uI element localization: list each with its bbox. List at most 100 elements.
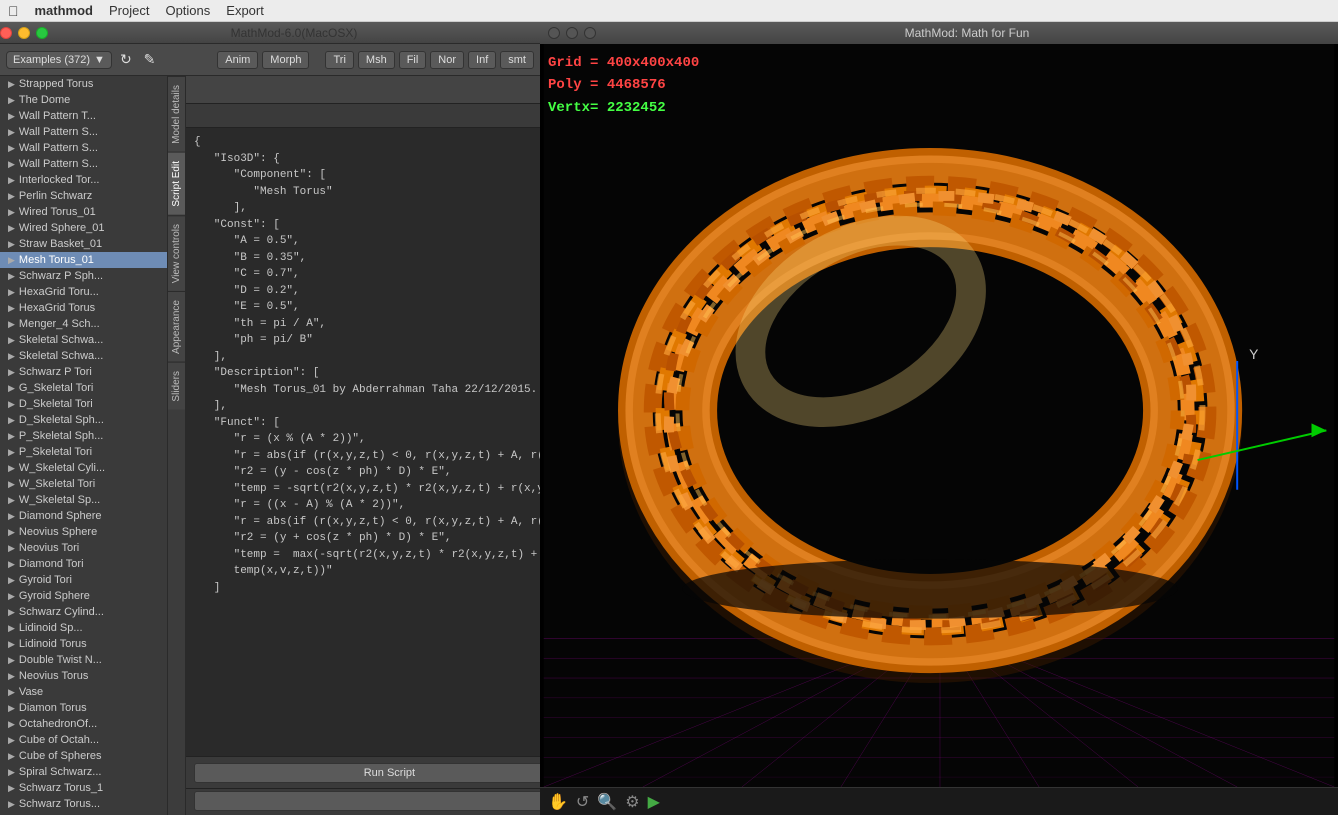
list-item-arrow: ▶ — [8, 223, 15, 234]
list-item[interactable]: ▶Diamond Sphere — [0, 508, 167, 524]
list-item[interactable]: ▶HexaGrid Toru... — [0, 284, 167, 300]
list-item[interactable]: ▶P_Skeletal Tori — [0, 444, 167, 460]
list-item-label: Interlocked Tor... — [19, 174, 100, 186]
list-item-label: Gyroid Sphere — [19, 590, 90, 602]
list-item-arrow: ▶ — [8, 623, 15, 634]
list-item[interactable]: ▶D_Skeletal Sph... — [0, 412, 167, 428]
viewer-minimize[interactable] — [566, 27, 578, 39]
list-item[interactable]: ▶Cube of Spheres — [0, 748, 167, 764]
list-item[interactable]: ▶Wired Torus_01 — [0, 204, 167, 220]
tab-script-edit[interactable]: Script Edit — [168, 152, 185, 215]
list-item[interactable]: ▶W_Skeletal Cyli... — [0, 460, 167, 476]
tri-button[interactable]: Tri — [325, 51, 353, 69]
list-item[interactable]: ▶Schwarz P Sph... — [0, 268, 167, 284]
list-item[interactable]: ▶Skeletal Schwa... — [0, 348, 167, 364]
list-item[interactable]: ▶Schwarz Cylind... — [0, 604, 167, 620]
list-item[interactable]: ▶G_Skeletal Tori — [0, 380, 167, 396]
list-item[interactable]: ▶Perlin Schwarz — [0, 188, 167, 204]
list-item[interactable]: ▶Skeletal Schwa... — [0, 332, 167, 348]
menu-export[interactable]: Export — [226, 3, 264, 18]
menu-project[interactable]: Project — [109, 3, 149, 18]
menu-options[interactable]: Options — [165, 3, 210, 18]
list-item[interactable]: ▶Wired Sphere_01 — [0, 220, 167, 236]
list-item[interactable]: ▶Menger_4 Sch... — [0, 316, 167, 332]
tab-model-details[interactable]: Model details — [168, 76, 185, 152]
list-item[interactable]: ▶W_Skeletal Sp... — [0, 492, 167, 508]
viewer-maximize[interactable] — [584, 27, 596, 39]
list-item[interactable]: ▶Diamon Torus — [0, 700, 167, 716]
list-item-arrow: ▶ — [8, 79, 15, 90]
vert-value: 2232452 — [607, 100, 666, 116]
fil-button[interactable]: Fil — [399, 51, 427, 69]
list-item-arrow: ▶ — [8, 143, 15, 154]
list-item-arrow: ▶ — [8, 271, 15, 282]
list-item[interactable]: ▶Neovius Sphere — [0, 524, 167, 540]
list-item[interactable]: ▶Cube of Octah... — [0, 732, 167, 748]
list-item[interactable]: ▶W_Skeletal Tori — [0, 476, 167, 492]
msh-button[interactable]: Msh — [358, 51, 395, 69]
rotate-icon[interactable]: ↺ — [576, 792, 589, 812]
list-item[interactable]: ▶Neovius Tori — [0, 540, 167, 556]
list-item[interactable]: ▶Lidinoid Torus — [0, 636, 167, 652]
list-item[interactable]: ▶Gyroid Sphere — [0, 588, 167, 604]
zoom-icon[interactable]: 🔍 — [597, 792, 617, 812]
examples-dropdown[interactable]: Examples (372) ▼ — [6, 51, 112, 69]
list-item[interactable]: ▶Lidinoid Sp... — [0, 620, 167, 636]
settings-icon[interactable]: ⚙ — [625, 792, 639, 812]
app-name: mathmod — [35, 3, 94, 18]
list-item-arrow: ▶ — [8, 479, 15, 490]
list-item[interactable]: ▶HexaGrid Torus — [0, 300, 167, 316]
list-item[interactable]: ▶Diamond Tori — [0, 556, 167, 572]
list-item[interactable]: ▶The Dome — [0, 92, 167, 108]
list-item[interactable]: ▶Wall Pattern T... — [0, 108, 167, 124]
list-item[interactable]: ▶Interlocked Tor... — [0, 172, 167, 188]
morph-button[interactable]: Morph — [262, 51, 309, 69]
list-item[interactable]: ▶Schwarz Torus... — [0, 796, 167, 812]
play-icon[interactable]: ▶ — [648, 792, 660, 812]
list-item[interactable]: ▶Spiral Schwarz... — [0, 764, 167, 780]
tab-appearance[interactable]: Appearance — [168, 291, 185, 362]
list-item[interactable]: ▶Gyroid Tori — [0, 572, 167, 588]
script-editor-content[interactable]: { "Iso3D": { "Component": [ "Mesh Torus"… — [186, 128, 540, 756]
list-item-arrow: ▶ — [8, 607, 15, 618]
nor-button[interactable]: Nor — [430, 51, 464, 69]
list-item[interactable]: ▶Vase — [0, 684, 167, 700]
viewer-close[interactable] — [548, 27, 560, 39]
list-item[interactable]: ▶Double Twist N... — [0, 652, 167, 668]
list-item[interactable]: ▶Strapped Torus — [0, 76, 167, 92]
bottom-buttons: Stop calculations — [186, 788, 540, 815]
minimize-button[interactable] — [18, 27, 30, 39]
list-item[interactable]: ▶Neovius Torus — [0, 668, 167, 684]
list-item[interactable]: ▶P_Skeletal Sph... — [0, 428, 167, 444]
run-script-button[interactable]: Run Script — [194, 763, 540, 783]
list-item-label: Wall Pattern S... — [19, 126, 98, 138]
tab-view-controls[interactable]: View controls — [168, 215, 185, 291]
list-item[interactable]: ▶Wall Pattern S... — [0, 156, 167, 172]
list-item-arrow: ▶ — [8, 495, 15, 506]
hand-icon[interactable]: ✋ — [548, 792, 568, 812]
list-item-arrow: ▶ — [8, 239, 15, 250]
apple-menu[interactable]:  — [8, 3, 19, 19]
list-item[interactable]: ▶Mesh Torus_01 — [0, 252, 167, 268]
script-header: MeshTorus_01 — [186, 76, 540, 104]
refresh-button[interactable]: ↻ — [116, 49, 136, 70]
edit-button[interactable]: ✎ — [140, 49, 160, 70]
list-item[interactable]: ▶Schwarz Torus_1 — [0, 780, 167, 796]
anim-button[interactable]: Anim — [217, 51, 258, 69]
maximize-button[interactable] — [36, 27, 48, 39]
list-item-arrow: ▶ — [8, 255, 15, 266]
tab-sliders[interactable]: Sliders — [168, 362, 185, 410]
list-item[interactable]: ▶D_Skeletal Tori — [0, 396, 167, 412]
list-item[interactable]: ▶OctahedronOf... — [0, 716, 167, 732]
viewer-canvas[interactable]: Y — [540, 44, 1338, 787]
list-item[interactable]: ▶Wall Pattern S... — [0, 140, 167, 156]
list-item[interactable]: ▶Schwarz P Tori — [0, 364, 167, 380]
smt-button[interactable]: smt — [500, 51, 534, 69]
list-panel[interactable]: ▶Strapped Torus▶The Dome▶Wall Pattern T.… — [0, 76, 168, 815]
stop-calculations-button[interactable]: Stop calculations — [194, 791, 540, 811]
close-button[interactable] — [0, 27, 12, 39]
list-item[interactable]: ▶Straw Basket_01 — [0, 236, 167, 252]
list-item[interactable]: ▶Wall Pattern S... — [0, 124, 167, 140]
list-item-label: Lidinoid Torus — [19, 638, 87, 650]
inf-button[interactable]: Inf — [468, 51, 496, 69]
